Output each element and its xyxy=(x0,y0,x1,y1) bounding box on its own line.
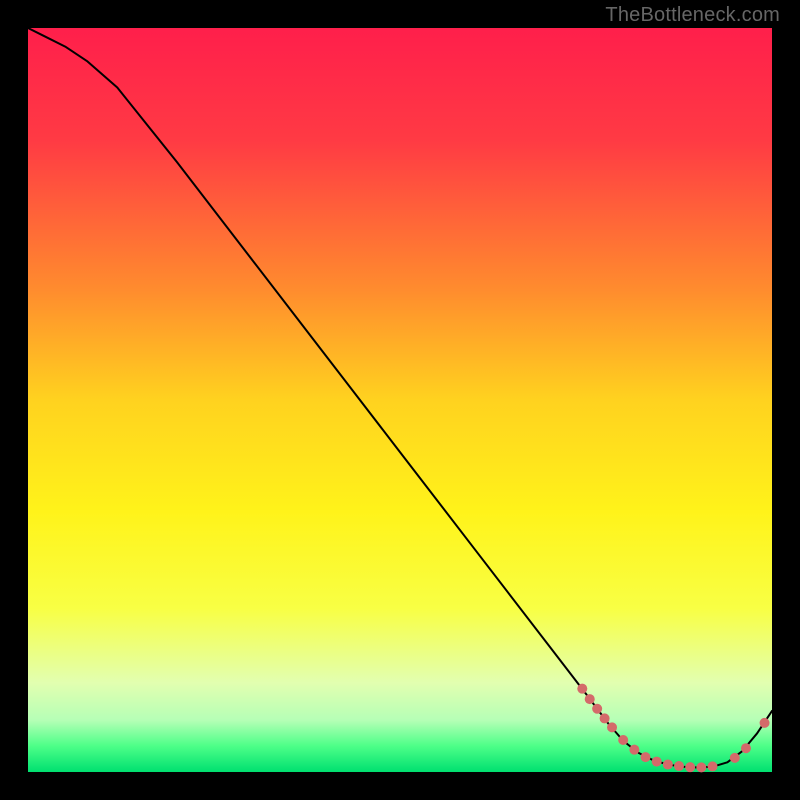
highlight-dot xyxy=(592,704,602,714)
highlight-dot xyxy=(760,718,770,728)
highlight-dot xyxy=(600,713,610,723)
highlight-dot xyxy=(663,760,673,770)
highlight-dot xyxy=(607,722,617,732)
chart-frame: TheBottleneck.com xyxy=(0,0,800,800)
highlight-dot xyxy=(674,761,684,771)
highlight-dot xyxy=(652,757,662,767)
highlight-dot xyxy=(741,743,751,753)
gradient-background xyxy=(28,28,772,772)
highlight-dot xyxy=(730,753,740,763)
highlight-dot xyxy=(629,745,639,755)
highlight-dot xyxy=(585,694,595,704)
highlight-dot xyxy=(685,762,695,772)
highlight-dot xyxy=(641,752,651,762)
highlight-dot xyxy=(696,762,706,772)
highlight-dot xyxy=(618,735,628,745)
highlight-dot xyxy=(707,761,717,771)
bottleneck-chart xyxy=(0,0,800,800)
highlight-dot xyxy=(577,684,587,694)
